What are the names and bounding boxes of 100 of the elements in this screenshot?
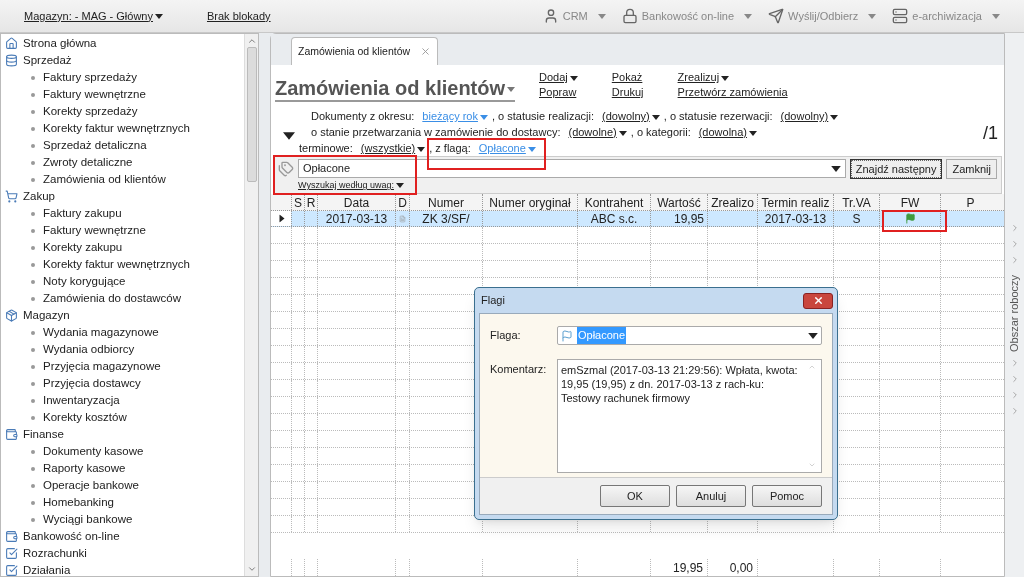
sidebar-item[interactable]: Zamówienia do dostawców (43, 289, 182, 308)
tool-icon (768, 8, 785, 24)
bullet-icon (31, 330, 35, 335)
column-header[interactable]: Zrealizo (707, 194, 757, 210)
lock-status-link[interactable]: Brak blokady (207, 7, 271, 25)
filter-dropdown[interactable]: bieżący rok (422, 108, 488, 124)
column-header[interactable]: P (940, 194, 1000, 210)
section-icon (5, 309, 18, 322)
sidebar-section[interactable]: Bankowość on-line (5, 528, 244, 545)
sidebar-section[interactable]: Sprzedaż (5, 52, 244, 69)
bullet-icon (31, 296, 35, 301)
dialog-button[interactable]: OK (600, 485, 670, 507)
tags-icon (278, 161, 294, 177)
sidebar-item[interactable]: Inwentaryzacja (43, 391, 120, 410)
bullet-icon (31, 75, 35, 80)
sidebar-item[interactable]: Wydania magazynowe (43, 323, 159, 342)
column-header[interactable]: D (395, 194, 409, 210)
close-button[interactable] (803, 292, 833, 309)
comment-field[interactable]: emSzmal (2017-03-13 21:29:56): Wpłata, kwota: 19,95 (19,95) z dn. 2017-03-13 z rach-ku: Testowy rachunek firmowy (557, 359, 822, 473)
sidebar-item[interactable]: Korekty zakupu (43, 238, 123, 257)
sidebar-item[interactable]: Raporty kasowe (43, 459, 126, 478)
dialog-button[interactable]: Pomoc (752, 485, 822, 507)
column-header[interactable]: Kontrahent (577, 194, 650, 210)
sidebar-item[interactable]: Wydania odbiorcy (43, 340, 135, 359)
sidebar-item[interactable]: Zamówienia od klientów (43, 170, 166, 189)
action-link[interactable]: Przetwórz zamówienia (677, 85, 788, 100)
column-header[interactable]: Numer oryginał (482, 194, 577, 210)
sidebar-item[interactable]: Sprzedaż detaliczna (43, 136, 147, 155)
sidebar-section[interactable]: Finanse (5, 426, 244, 443)
action-link[interactable]: Popraw (539, 85, 578, 100)
table-row[interactable]: 2017-03-13 ZK 3/SF/ ABC s.c. 19,95 2017-03-13 S (271, 211, 1004, 227)
sidebar-section[interactable]: Rozrachunki (5, 545, 244, 562)
sidebar-item[interactable]: Zwroty detaliczne (43, 153, 133, 172)
column-header[interactable]: FW (879, 194, 940, 210)
sidebar-item[interactable]: Faktury sprzedaży (43, 68, 137, 87)
close-icon[interactable] (420, 46, 432, 57)
sidebar-section[interactable]: Zakup (5, 188, 244, 205)
page-title[interactable]: Zamówienia od klientów (275, 76, 516, 102)
search-field[interactable]: Opłacone (298, 159, 846, 178)
column-header[interactable]: S (291, 194, 304, 210)
warehouse-menu[interactable]: Magazyn: - MAG - Główny (24, 7, 163, 25)
dialog-button[interactable]: Anuluj (676, 485, 746, 507)
document-tab[interactable]: Zamówienia od klientów (291, 37, 439, 65)
filter-label: , o kategorii: (630, 125, 691, 140)
column-header[interactable]: Data (317, 194, 395, 210)
sidebar-item[interactable]: Przyjęcia dostawcy (43, 374, 141, 393)
action-link[interactable]: Pokaż (611, 70, 644, 85)
sidebar-item[interactable]: Przyjęcia magazynowe (43, 357, 161, 376)
bullet-icon (31, 415, 35, 420)
filter-dropdown[interactable]: Opłacone (478, 140, 536, 156)
table-cell-text: 2017-03-13 (764, 210, 827, 228)
caret-icon (507, 87, 516, 93)
bullet-icon (31, 228, 35, 233)
bullet-icon (31, 500, 35, 505)
sidebar-item[interactable]: Korekty faktur wewnętrznych (43, 255, 190, 274)
section-icon (5, 530, 18, 543)
sidebar-item[interactable]: Korekty kosztów (43, 408, 127, 427)
sidebar-item[interactable]: Faktury zakupu (43, 204, 122, 223)
sidebar-item[interactable]: Dokumenty kasowe (43, 442, 144, 461)
sidebar-item[interactable]: Noty korygujące (43, 272, 126, 291)
sidebar-item[interactable]: Homebanking (43, 493, 114, 512)
sidebar-item[interactable]: Korekty faktur wewnętrznych (43, 119, 190, 138)
sidebar-item[interactable]: Faktury wewnętrzne (43, 221, 146, 240)
sidebar-item[interactable]: Wyciągi bankowe (43, 510, 133, 529)
scroll-down-icon[interactable] (246, 564, 257, 574)
column-header[interactable]: Termin realiz (757, 194, 833, 210)
caret-icon (479, 114, 488, 120)
sidebar-section[interactable]: Strona główna (5, 35, 244, 52)
scrollbar[interactable] (244, 34, 258, 576)
column-header[interactable]: Tr.VA (833, 194, 879, 210)
scrollbar-thumb[interactable] (246, 47, 257, 182)
column-header[interactable]: Numer (409, 194, 482, 210)
bullet-icon (31, 398, 35, 403)
column-header[interactable]: R (304, 194, 317, 210)
bullet-icon (31, 279, 35, 284)
document-icon (399, 213, 406, 224)
filter-dropdown[interactable]: (dowolny) (780, 108, 839, 124)
filter-dropdown[interactable]: (dowolny) (602, 108, 660, 124)
sidebar-item[interactable]: Korekty sprzedaży (43, 102, 138, 121)
filter-dropdown[interactable]: (dowolna) (698, 124, 757, 140)
scroll-up-icon[interactable] (246, 36, 257, 46)
column-header[interactable]: Wartość (650, 194, 707, 210)
scroll-up-icon[interactable] (808, 363, 816, 371)
sidebar-section[interactable]: Działania (5, 562, 244, 577)
table-cell-text: S (852, 210, 861, 228)
bullet-icon (31, 92, 35, 97)
action-link[interactable]: Zrealizuj (677, 70, 788, 85)
sidebar-item[interactable]: Faktury wewnętrzne (43, 85, 146, 104)
action-link[interactable]: Dodaj (539, 70, 578, 85)
sidebar-item[interactable]: Operacje bankowe (43, 476, 139, 495)
action-link[interactable]: Drukuj (611, 85, 644, 100)
sidebar-section[interactable]: Magazyn (5, 307, 244, 324)
workspace-side-panel[interactable]: Obszar roboczy (1005, 33, 1024, 577)
scroll-down-icon[interactable] (808, 461, 816, 469)
filter-dropdown[interactable]: (dowolne) (568, 124, 627, 140)
search-button[interactable]: Znajdź następny (849, 159, 943, 179)
bullet-icon (31, 160, 35, 165)
search-mode-menu[interactable]: Wyszukaj według uwag: (298, 179, 846, 193)
search-button[interactable]: Zamknij (946, 159, 997, 179)
filter-dropdown[interactable]: (wszystkie) (360, 140, 426, 156)
